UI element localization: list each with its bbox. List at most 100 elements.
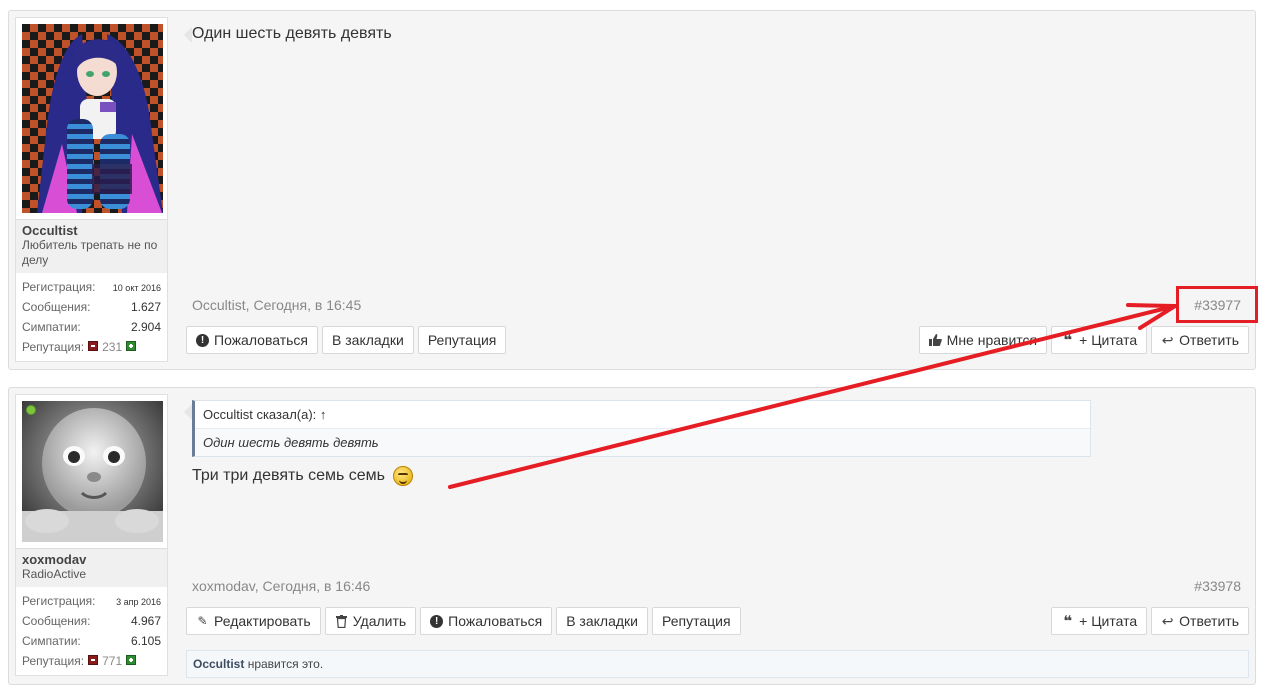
post-number[interactable]: #33978 <box>1194 578 1241 594</box>
reply-label: Ответить <box>1179 613 1239 629</box>
bubble-arrow <box>184 27 192 43</box>
like-label: Мне нравится <box>946 332 1038 348</box>
stat-value: 3 апр 2016 <box>116 597 161 607</box>
left-controls: ✎ Редактировать Удалить ! Пожаловаться В… <box>186 607 741 635</box>
quote-icon: ❝ <box>1063 612 1073 630</box>
delete-label: Удалить <box>352 613 407 629</box>
exclamation-icon: ! <box>196 333 209 347</box>
bubble-arrow <box>184 404 192 420</box>
stat-value: 2.904 <box>130 320 161 334</box>
reply-button[interactable]: ↩ Ответить <box>1151 607 1249 635</box>
username[interactable]: xoxmodav <box>22 552 161 567</box>
online-status-icon <box>26 405 36 415</box>
highlight-box <box>1176 286 1258 323</box>
multiquote-button[interactable]: ❝ + Цитата <box>1051 607 1148 635</box>
left-controls: ! Пожаловаться В закладки Репутация <box>186 326 507 354</box>
stat-reputation: Репутация: 771 <box>22 651 161 671</box>
stat-likes: Симпатии: 6.105 <box>22 631 161 651</box>
stat-registration: Регистрация: 3 апр 2016 <box>22 591 161 611</box>
post-33978: xoxmodav RadioActive Регистрация: 3 апр … <box>8 387 1256 685</box>
quote-block: Occultist сказал(а): ↑ Один шесть девять… <box>192 400 1091 457</box>
stat-messages: Сообщения: 4.967 <box>22 611 161 631</box>
stat-label: Репутация: <box>22 654 85 668</box>
delete-button[interactable]: Удалить <box>324 607 417 635</box>
bookmark-button[interactable]: В закладки <box>556 607 648 635</box>
multiquote-label: + Цитата <box>1079 613 1138 629</box>
quote-icon: ❝ <box>1063 331 1073 349</box>
stat-value[interactable]: 4.967 <box>131 611 161 631</box>
pencil-icon: ✎ <box>197 613 208 628</box>
stat-label: Сообщения: <box>22 614 91 628</box>
reply-icon: ↩ <box>1161 612 1174 629</box>
stat-registration: Регистрация: 10 окт 2016 <box>22 277 161 297</box>
reputation-plus-icon[interactable] <box>126 341 137 351</box>
post-author-time[interactable]: Occultist, Сегодня, в 16:45 <box>192 297 361 313</box>
username[interactable]: Occultist <box>22 223 161 238</box>
stat-label: Симпатии: <box>22 634 81 648</box>
stat-messages: Сообщения: 1.627 <box>22 297 161 317</box>
edit-label: Редактировать <box>214 613 311 629</box>
report-button[interactable]: ! Пожаловаться <box>420 607 553 635</box>
stat-label: Регистрация: <box>22 280 96 294</box>
smiley-icon <box>393 466 414 486</box>
likes-summary: Occultist нравится это. <box>186 650 1249 678</box>
reputation-plus-icon[interactable] <box>126 655 137 665</box>
post-meta: Occultist, Сегодня, в 16:45 #33977 <box>192 297 1247 313</box>
report-label: Пожаловаться <box>214 332 309 348</box>
reputation-minus-icon[interactable] <box>88 655 99 665</box>
bookmark-label: В закладки <box>332 332 404 348</box>
stat-reputation: Репутация: 231 <box>22 337 161 357</box>
reply-icon: ↩ <box>1161 331 1174 348</box>
user-sidebar: Occultist Любитель трепать не по делу Ре… <box>15 17 168 362</box>
message-text: Один шесть девять девять <box>192 25 392 42</box>
user-title: RadioActive <box>22 567 87 581</box>
multiquote-label: + Цитата <box>1079 332 1138 348</box>
thumbs-up-icon <box>928 333 942 347</box>
message-text: Три три девять семь семь <box>192 467 386 485</box>
right-controls: ❝ + Цитата ↩ Ответить <box>1051 607 1249 635</box>
reputation-button[interactable]: Репутация <box>417 326 507 354</box>
stat-label: Регистрация: <box>22 594 96 608</box>
post-controls: ✎ Редактировать Удалить ! Пожаловаться В… <box>186 607 1249 635</box>
stat-label: Симпатии: <box>22 320 81 334</box>
like-button[interactable]: Мне нравится <box>918 326 1048 354</box>
report-button[interactable]: ! Пожаловаться <box>186 326 319 354</box>
bookmark-button[interactable]: В закладки <box>322 326 414 354</box>
quote-text: Один шесть девять девять <box>195 429 1090 456</box>
user-title: Любитель трепать не по делу <box>22 238 158 267</box>
stat-likes: Симпатии: 2.904 <box>22 317 161 337</box>
stat-value[interactable]: 1.627 <box>131 297 161 317</box>
report-label: Пожаловаться <box>448 613 543 629</box>
user-sidebar: xoxmodav RadioActive Регистрация: 3 апр … <box>15 394 168 676</box>
reply-label: Ответить <box>1179 332 1239 348</box>
stat-value: 6.105 <box>130 634 161 648</box>
user-stats: Регистрация: 10 окт 2016 Сообщения: 1.62… <box>16 273 167 361</box>
post-author-time[interactable]: xoxmodav, Сегодня, в 16:46 <box>192 578 370 594</box>
reputation-minus-icon[interactable] <box>88 341 99 351</box>
reputation-value: 231 <box>102 340 123 354</box>
exclamation-icon: ! <box>430 614 444 628</box>
user-info: xoxmodav RadioActive <box>16 548 167 587</box>
message-text-wrap: Три три девять семь семь <box>192 466 414 486</box>
avatar[interactable] <box>22 24 163 213</box>
right-controls: Мне нравится ❝ + Цитата ↩ Ответить <box>918 326 1249 354</box>
reputation-value: 771 <box>102 654 123 668</box>
post-33977: Occultist Любитель трепать не по делу Ре… <box>8 10 1256 370</box>
trash-icon <box>335 614 348 628</box>
avatar[interactable] <box>22 401 163 542</box>
reputation-label: Репутация <box>427 332 497 348</box>
likes-text: нравится это. <box>244 657 324 671</box>
quote-attribution[interactable]: Occultist сказал(а): ↑ <box>195 401 1090 429</box>
user-info: Occultist Любитель трепать не по делу <box>16 219 167 273</box>
edit-button[interactable]: ✎ Редактировать <box>186 607 321 635</box>
likes-user-link[interactable]: Occultist <box>193 657 244 671</box>
bookmark-label: В закладки <box>566 613 638 629</box>
user-stats: Регистрация: 3 апр 2016 Сообщения: 4.967… <box>16 587 167 675</box>
post-content: Один шесть девять девять Occultist, Сего… <box>184 11 1249 354</box>
reply-button[interactable]: ↩ Ответить <box>1151 326 1249 354</box>
reputation-button[interactable]: Репутация <box>651 607 741 635</box>
post-controls: ! Пожаловаться В закладки Репутация Мне … <box>186 326 1249 354</box>
multiquote-button[interactable]: ❝ + Цитата <box>1051 326 1148 354</box>
stat-label: Сообщения: <box>22 300 91 314</box>
post-meta: xoxmodav, Сегодня, в 16:46 #33978 <box>192 578 1247 594</box>
